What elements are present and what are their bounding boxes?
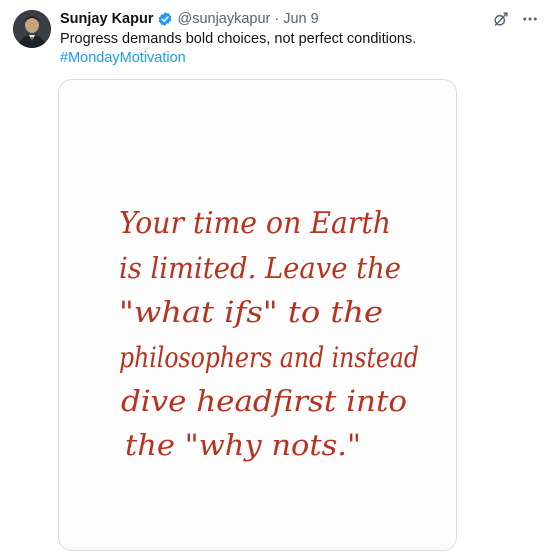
avatar[interactable] [13,10,51,48]
quote-line-2: is limited. Leave the [119,251,401,285]
tweet-body: Progress demands bold choices, not perfe… [60,31,417,47]
user-handle[interactable]: @sunjaykapur [177,11,270,27]
tweet-header: Sunjay Kapur @sunjaykapur · Jun 9 [60,9,319,29]
handwritten-quote-image: Your time on Earth is limited. Leave the… [59,80,456,550]
quote-line-4: philosophers and instead [119,341,419,374]
separator-dot: · [274,11,280,27]
post-date[interactable]: Jun 9 [283,11,318,27]
quote-line-5: dive headfirst into [121,384,407,418]
verified-badge-icon [157,11,173,27]
hashtag-link[interactable]: #MondayMotivation [60,49,500,68]
tweet-text: Progress demands bold choices, not perfe… [60,30,500,68]
tweet-top-actions [491,10,539,28]
avatar-image [13,10,51,48]
quote-line-6: the "why nots." [125,428,361,462]
quote-line-1: Your time on Earth [119,206,391,241]
display-name[interactable]: Sunjay Kapur [60,11,153,27]
more-icon[interactable] [521,10,539,28]
tweet-card[interactable]: Sunjay Kapur @sunjaykapur · Jun 9 Progre… [0,0,553,553]
quote-line-3: "what ifs" to the [119,295,383,329]
tweet-media-image[interactable]: Your time on Earth is limited. Leave the… [58,79,457,551]
grok-icon[interactable] [491,10,509,28]
